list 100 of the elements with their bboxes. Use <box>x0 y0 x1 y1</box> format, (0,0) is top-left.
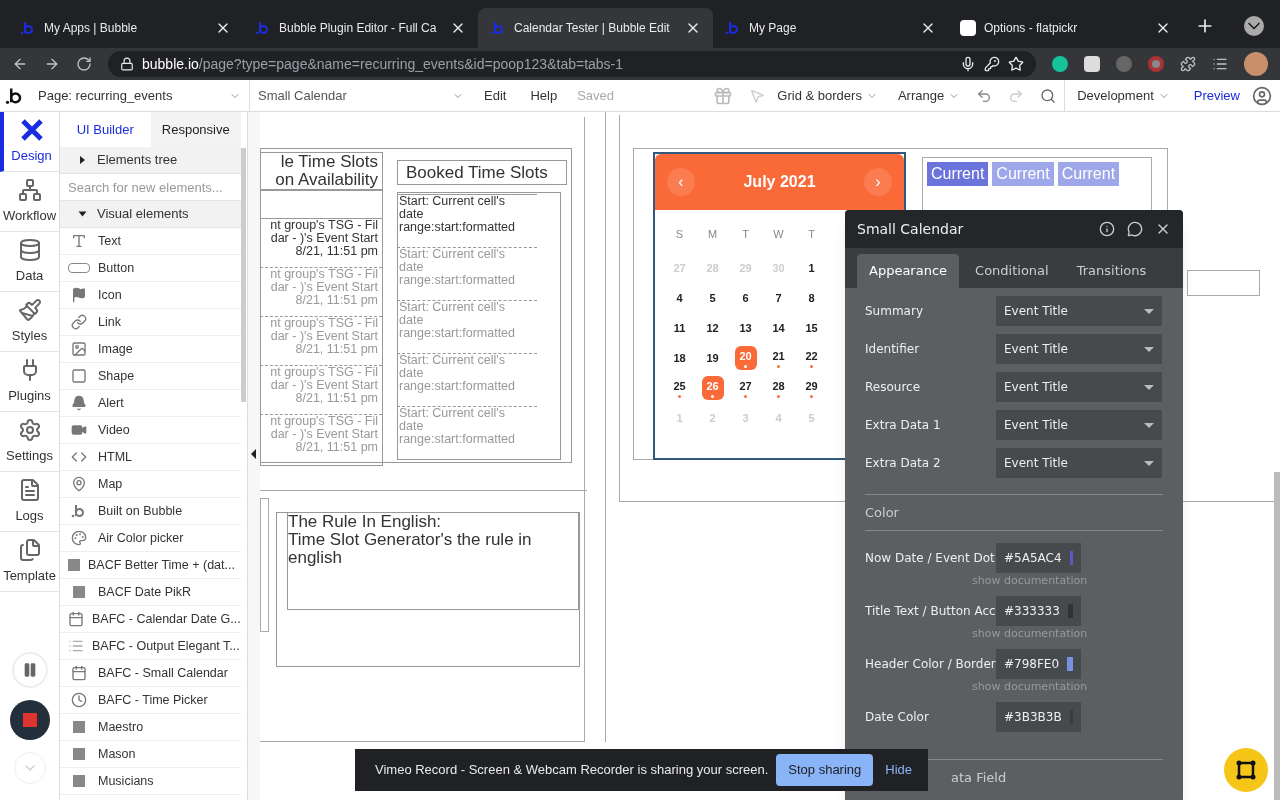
stop-sharing-button[interactable]: Stop sharing <box>776 754 874 786</box>
element-item[interactable]: HTML <box>60 444 241 471</box>
floating-action-button[interactable] <box>1224 748 1268 792</box>
element-item[interactable]: Shape <box>60 363 241 390</box>
nav-item[interactable]: Settings <box>0 412 59 472</box>
extension-icon[interactable] <box>1084 56 1100 72</box>
element-item[interactable]: Musicians <box>60 768 241 795</box>
page-dropdown[interactable]: Page: recurring_events <box>30 80 250 111</box>
element-item[interactable]: Icon <box>60 282 241 309</box>
address-bar[interactable]: bubble.io/page?type=page&name=recurring_events&id=poop123&tab=tabs-1 <box>108 51 1036 77</box>
search-field[interactable]: Search for new elements... <box>60 174 241 201</box>
search-icon[interactable] <box>1040 87 1057 104</box>
profile-avatar[interactable] <box>1244 52 1268 76</box>
element-dropdown[interactable]: Small Calendar <box>250 80 472 111</box>
browser-tab[interactable]: Bubble Plugin Editor - Full Ca <box>243 8 478 48</box>
element-item[interactable]: BACF Better Time + (dat... <box>60 552 241 579</box>
back-icon[interactable] <box>12 56 28 72</box>
key-icon[interactable] <box>984 56 1000 72</box>
palette-tab[interactable]: Responsive <box>150 112 241 147</box>
day-cell[interactable]: 1 <box>800 256 823 280</box>
menu-item[interactable]: Edit <box>472 85 519 106</box>
day-cell[interactable]: 15 <box>800 316 823 340</box>
environment-dropdown[interactable]: Development <box>1064 80 1182 111</box>
dropdown[interactable]: Event Title <box>996 334 1162 364</box>
day-cell[interactable]: 8 <box>800 286 823 310</box>
panel-tab[interactable]: Appearance <box>857 254 960 288</box>
element-item[interactable]: BAFC - Small Calendar <box>60 660 241 687</box>
current-button[interactable]: Current <box>927 162 989 186</box>
menu-item[interactable]: Help <box>518 85 570 106</box>
nav-item[interactable]: Template <box>0 532 59 592</box>
section-toggle[interactable]: Visual elements <box>60 201 241 228</box>
record-stop-button[interactable] <box>9 700 50 740</box>
input-field[interactable] <box>1187 270 1260 296</box>
account-icon[interactable] <box>1252 85 1272 106</box>
hide-button[interactable]: Hide <box>881 760 917 780</box>
browser-tab[interactable]: My Page <box>713 8 948 48</box>
element-item[interactable]: BAFC - Output Elegant T... <box>60 633 241 660</box>
color-field[interactable]: #333333 <box>996 596 1081 626</box>
day-cell[interactable]: 4 <box>668 286 691 310</box>
arrange-menu[interactable]: Arrange <box>889 85 969 106</box>
element-item[interactable]: Map <box>60 471 241 498</box>
day-cell[interactable]: 28 <box>767 376 790 400</box>
element-item[interactable]: BAFC - Calendar Date G... <box>60 606 241 633</box>
forward-icon[interactable] <box>44 56 60 72</box>
day-cell[interactable]: 14 <box>767 316 790 340</box>
dropdown[interactable]: Event Title <box>996 372 1162 402</box>
day-cell[interactable]: 25 <box>668 376 691 400</box>
day-cell[interactable]: 5 <box>701 286 724 310</box>
day-cell[interactable]: 27 <box>734 376 757 400</box>
panel-tab[interactable]: Conditional <box>963 254 1061 288</box>
collapse-arrow-icon[interactable] <box>251 449 256 459</box>
mic-icon[interactable] <box>960 56 976 72</box>
dropdown[interactable]: Event Title <box>996 296 1162 326</box>
element-item[interactable]: Mason <box>60 741 241 768</box>
day-cell[interactable]: 6 <box>734 286 757 310</box>
day-cell[interactable]: 11 <box>668 316 691 340</box>
day-cell[interactable]: 29 <box>800 376 823 400</box>
element-item[interactable]: Built on Bubble <box>60 498 241 525</box>
element-item[interactable]: BAFC - Time Picker <box>60 687 241 714</box>
color-field[interactable]: #5A5AC4 <box>996 543 1081 573</box>
day-cell[interactable]: 22 <box>800 346 823 370</box>
reload-icon[interactable] <box>76 56 92 72</box>
color-field[interactable]: #798FE0 <box>996 649 1081 679</box>
element-item[interactable]: BACF Date PikR <box>60 579 241 606</box>
nav-item[interactable]: Plugins <box>0 352 59 412</box>
panel-tab[interactable]: Transitions <box>1064 254 1159 288</box>
day-cell[interactable]: 13 <box>734 316 757 340</box>
day-cell[interactable]: 12 <box>701 316 724 340</box>
browser-tab[interactable]: Calendar Tester | Bubble Edit <box>478 8 713 48</box>
pause-button[interactable] <box>11 652 48 688</box>
color-field[interactable]: #3B3B3B <box>996 702 1081 732</box>
preview-button[interactable]: Preview <box>1181 85 1252 106</box>
tab-menu-icon[interactable] <box>1244 16 1264 36</box>
record-extension-icon[interactable] <box>1148 56 1164 72</box>
tree-toggle[interactable]: Elements tree <box>60 147 241 174</box>
nav-item[interactable]: Styles <box>0 292 59 352</box>
day-cell[interactable]: 7 <box>767 286 790 310</box>
browser-tab[interactable]: My Apps | Bubble <box>8 8 243 48</box>
nav-item[interactable]: Logs <box>0 472 59 532</box>
browser-tab[interactable]: Options - flatpickr <box>948 8 1183 48</box>
extensions-icon[interactable] <box>1180 56 1196 72</box>
element-item[interactable]: Image <box>60 336 241 363</box>
dropdown[interactable]: Event Title <box>996 448 1162 478</box>
bookmark-star-icon[interactable] <box>1008 56 1024 72</box>
day-cell[interactable]: 21 <box>767 346 790 370</box>
dropdown[interactable]: Event Title <box>996 410 1162 440</box>
element-item[interactable]: Maestro <box>60 714 241 741</box>
undo-icon[interactable] <box>976 87 993 104</box>
element-item[interactable]: Alert <box>60 390 241 417</box>
comment-icon[interactable] <box>1127 221 1143 237</box>
day-cell[interactable]: 19 <box>701 346 724 370</box>
nav-item[interactable]: Workflow <box>0 172 59 232</box>
extension-icon[interactable] <box>1052 56 1068 72</box>
info-icon[interactable] <box>1099 221 1115 237</box>
nav-item[interactable]: Data <box>0 232 59 292</box>
element-item[interactable]: Air Color picker <box>60 525 241 552</box>
grid-borders-menu[interactable]: Grid & borders <box>765 85 890 106</box>
media-icon[interactable] <box>1212 56 1228 72</box>
element-item[interactable]: Video <box>60 417 241 444</box>
day-cell[interactable]: 18 <box>668 346 691 370</box>
